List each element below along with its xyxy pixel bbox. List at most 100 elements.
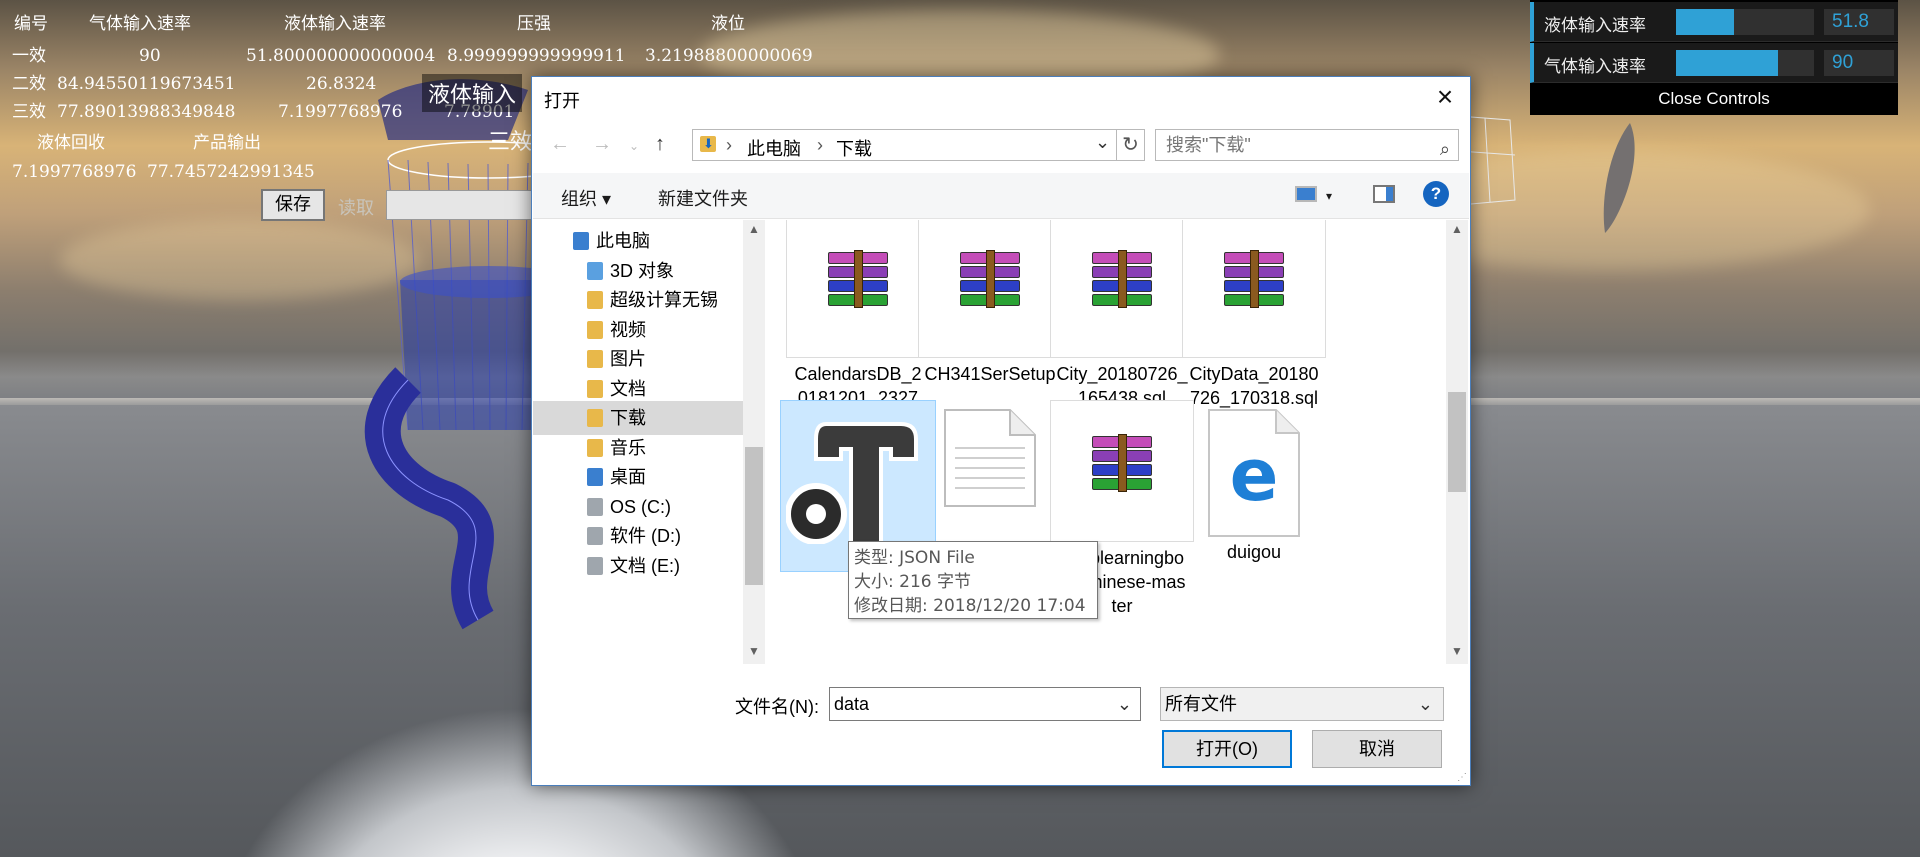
folder-icon [587,291,603,309]
tree-scroll-thumb[interactable] [745,447,763,585]
file-name: duigou [1226,542,1282,562]
cancel-button[interactable]: 取消 [1312,730,1442,768]
gas-rate-value[interactable]: 90 [1824,50,1894,76]
archive-file-icon [960,250,1020,308]
music-folder-icon [587,438,603,457]
tree-scrollbar[interactable]: ▲ ▼ [743,220,765,664]
row2-gas: 84.94550119673451 [57,74,236,94]
recent-chevron-icon[interactable]: ⌄ [629,139,639,153]
row1-liquid: 51.800000000000004 [246,46,436,66]
footer-header-recovery: 液体回收 [37,133,105,153]
pictures-folder-icon [587,350,603,368]
back-arrow-icon[interactable]: ← [550,133,570,156]
read-file-input[interactable] [386,190,536,220]
gas-rate-slider-fill [1676,50,1779,76]
footer-output-value: 77.7457242991345 [147,162,315,182]
tooltip-size: 大小: 216 字节 [854,572,971,592]
file-item[interactable]: CalendarsDB_2 0181201_2327 55.sql [786,220,930,432]
breadcrumb-separator-icon: › [817,135,823,155]
liquid-rate-value[interactable]: 51.8 [1824,9,1894,35]
search-input[interactable]: 搜索"下载" ⌕ [1155,129,1459,161]
filename-value: data [834,694,870,714]
row3-id: 三效 [12,102,46,122]
file-item[interactable]: CityData_20180 726_170318.sql [1182,220,1326,416]
breadcrumb-downloads[interactable]: 下载 [836,135,872,161]
documents-folder-icon [587,379,603,398]
help-icon[interactable]: ? [1423,181,1449,207]
row1-level: 3.21988800000069 [645,46,813,66]
drive-icon [587,556,603,575]
leaf-model [1603,123,1635,233]
open-file-dialog: 打开 × ← → ⌄ ↑ ⬇ › 此电脑 › 下载 ⌄ ↻ 搜索"下载" ⌕ 组织… [531,76,1471,786]
row2-liquid: 26.8324 [306,74,377,94]
gas-rate-label: 气体输入速率 [1544,57,1646,76]
preview-pane-icon[interactable] [1373,185,1395,203]
video-folder-icon [587,320,603,339]
tooltip-date: 修改日期: 2018/12/20 17:04 [854,596,1086,616]
tree-item-label: 文档 (E:) [610,555,680,576]
files-scroll-thumb[interactable] [1448,392,1466,492]
archive-file-icon [1224,250,1284,308]
navigation-tree: 此电脑 3D 对象 超级计算无锡 视频 图片 文档 下载 音乐 桌面 OS (C:) 软件 (D:)… [533,220,743,664]
liquid-rate-control: 液体输入速率 51.8 [1530,2,1898,42]
view-options-icon[interactable] [1295,186,1317,202]
up-arrow-icon[interactable]: ↑ [655,133,665,156]
organize-menu[interactable]: 组织 ▾ [561,185,611,211]
row3-liquid: 7.1997768976 [278,102,403,122]
tree-item[interactable]: 文档 (E:) [533,549,743,583]
downloads-folder-icon: ⬇ [700,136,716,152]
dialog-title: 打开 [544,91,580,111]
row1-gas: 90 [139,46,161,66]
file-item[interactable]: e duigou [1182,400,1326,600]
edge-html-file-icon: e [1208,409,1300,537]
json-file-icon [786,422,918,544]
pc-icon [573,232,589,250]
scroll-down-icon[interactable]: ▼ [745,644,763,658]
downloads-folder-icon [587,409,603,427]
gas-rate-slider[interactable] [1676,50,1814,76]
header-pressure: 压强 [517,14,551,34]
row1-pressure: 8.999999999999911 [447,46,626,66]
save-button[interactable]: 保存 [261,189,325,221]
text-file-icon [944,409,1036,507]
search-placeholder: 搜索"下载" [1166,135,1251,155]
scroll-up-icon[interactable]: ▲ [1448,222,1466,236]
file-item[interactable]: CH341SerSetup [918,220,1062,416]
archive-file-icon [828,250,888,308]
footer-recovery-value: 7.1997768976 [12,162,137,182]
archive-file-icon [1092,434,1152,492]
chevron-down-icon[interactable]: ⌄ [1117,688,1132,720]
gas-rate-control: 气体输入速率 90 [1530,43,1898,83]
file-tooltip: 类型: JSON File 大小: 216 字节 修改日期: 2018/12/2… [848,541,1098,619]
file-name: CH341SerSetup [924,364,1056,384]
desktop-folder-icon [587,468,603,486]
liquid-rate-slider-fill [1676,9,1734,35]
resize-grip-icon[interactable]: ⋰ [1457,772,1467,783]
refresh-icon[interactable]: ↻ [1117,129,1145,161]
forward-arrow-icon[interactable]: → [592,133,612,156]
control-panel: 液体输入速率 51.8 气体输入速率 90 Close Controls [1530,0,1898,115]
scroll-up-icon[interactable]: ▲ [745,222,763,236]
file-item[interactable]: City_20180726_ 165438.sql [1050,220,1194,416]
filetype-select[interactable]: 所有文件 ⌄ [1160,687,1444,721]
search-icon: ⌕ [1439,139,1450,159]
toolbar: 组织 ▾ 新建文件夹 ▾ ? [533,173,1469,219]
close-icon[interactable]: × [1427,83,1463,113]
close-controls-button[interactable]: Close Controls [1530,85,1898,115]
chevron-down-icon[interactable]: ▾ [1326,189,1332,203]
files-scrollbar[interactable]: ▲ ▼ [1446,220,1468,664]
filename-input[interactable]: data ⌄ [829,687,1141,721]
breadcrumb-this-pc[interactable]: 此电脑 [747,135,801,161]
address-bar[interactable]: ⬇ › 此电脑 › 下载 ⌄ [692,129,1117,161]
chevron-down-icon[interactable]: ⌄ [1095,132,1110,153]
liquid-rate-slider[interactable] [1676,9,1814,35]
row1-id: 一效 [12,46,46,66]
filename-label: 文件名(N): [735,697,819,717]
scroll-down-icon[interactable]: ▼ [1448,644,1466,658]
breadcrumb-separator-icon: › [726,135,732,155]
open-button[interactable]: 打开(O) [1162,730,1292,768]
footer-header-output: 产品输出 [193,133,261,153]
header-id: 编号 [14,14,48,34]
new-folder-button[interactable]: 新建文件夹 [658,185,748,211]
header-level: 液位 [711,14,745,34]
